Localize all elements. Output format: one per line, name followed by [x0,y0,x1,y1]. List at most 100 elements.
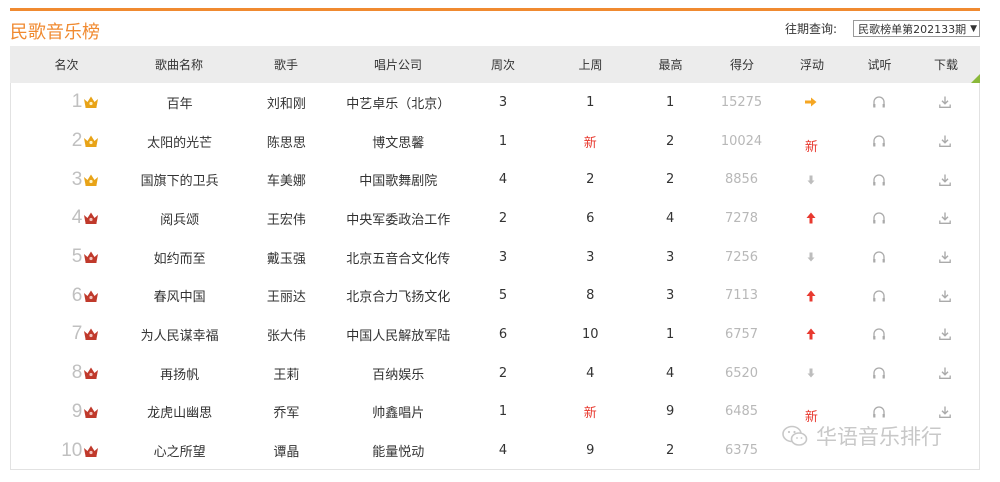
crown-icon [84,290,99,302]
song-name[interactable]: 再扬帆 [124,354,236,393]
download-icon [939,251,951,264]
float-indicator [776,160,846,199]
peak-rank: 9 [666,404,675,420]
corner-triangle-icon [971,74,980,83]
singer-name[interactable]: 戴玉强 [236,238,338,277]
col-download: 下载 [933,58,958,72]
float-indicator [776,199,846,238]
last-week-rank: 9 [586,443,595,459]
download-button[interactable] [911,276,979,315]
company-name: 博文思馨 [372,135,425,151]
rank: 3 [35,169,99,191]
period-select[interactable]: 民歌榜单第202133期 ▼ [853,20,980,37]
song-name[interactable]: 心之所望 [124,431,236,470]
col-company: 唱片公司 [373,58,422,72]
weeks-count: 3 [498,94,508,110]
company-name: 百纳娱乐 [372,367,425,383]
singer-name[interactable]: 谭晶 [236,431,338,470]
singer-name[interactable]: 张大伟 [236,315,338,354]
song-name[interactable]: 阅兵颂 [124,199,236,238]
download-button[interactable] [911,122,979,161]
float-indicator: 新 [776,122,846,161]
listen-button[interactable] [846,160,911,199]
singer-name[interactable]: 车美娜 [236,160,338,199]
table-header: 名次 歌曲名称 歌手 唱片公司 周次 上周 最高 得分 浮动 试听 下载 [10,46,980,83]
song-name[interactable]: 如约而至 [124,238,236,277]
headphones-icon [872,367,885,379]
company-name: 帅鑫唱片 [372,406,425,422]
last-week-rank: 1 [586,94,595,110]
crown-icon [84,328,99,341]
listen-button[interactable] [846,276,911,315]
col-score: 得分 [729,58,754,72]
download-button[interactable] [911,199,979,238]
download-button[interactable] [911,315,979,354]
score: 7113 [724,288,759,304]
peak-rank: 2 [666,133,675,149]
rank: 9 [35,401,99,423]
score: 8856 [724,172,759,188]
col-listen: 试听 [867,58,892,72]
singer-name[interactable]: 王莉 [236,354,338,393]
score: 6375 [724,443,759,459]
singer-name[interactable]: 王宏伟 [236,199,338,238]
rank-number: 4 [71,207,83,229]
crown-icon [84,367,99,380]
weeks-count: 6 [498,326,508,342]
download-button[interactable] [911,354,979,393]
float-indicator [776,83,846,122]
peak-rank: 1 [666,326,675,342]
col-song: 歌曲名称 [154,58,203,72]
listen-button[interactable] [846,354,911,393]
listen-button[interactable] [846,199,911,238]
flat-arrow-icon [805,97,817,107]
col-float: 浮动 [799,58,824,72]
weeks-count: 2 [498,365,508,381]
download-button[interactable] [911,238,979,277]
table-row: 3 国旗下的卫兵 车美娜 中国歌舞剧院 4 2 2 8856 [11,160,979,199]
rank-number: 2 [71,130,83,152]
song-name[interactable]: 春风中国 [124,276,236,315]
singer-name[interactable]: 王丽达 [236,276,338,315]
listen-button[interactable] [846,122,911,161]
rank-number: 6 [71,284,83,306]
singer-name[interactable]: 陈思思 [236,122,338,161]
table-row: 8 再扬帆 王莉 百纳娱乐 2 4 4 6520 [11,354,979,393]
singer-name[interactable]: 刘和刚 [236,83,338,122]
col-singer: 歌手 [273,58,298,72]
peak-rank: 1 [666,94,675,110]
headphones-icon [872,174,885,186]
download-button[interactable] [911,160,979,199]
score: 15275 [720,94,763,110]
company-name: 北京合力飞扬文化 [346,290,451,306]
song-name[interactable]: 为人民谋幸福 [124,315,236,354]
song-name[interactable]: 国旗下的卫兵 [124,160,236,199]
last-week-rank: 新 [583,135,597,151]
listen-button[interactable] [846,238,911,277]
rank-number: 9 [71,400,83,422]
listen-button[interactable] [846,83,911,122]
new-badge: 新 [804,139,818,155]
download-button[interactable] [911,83,979,122]
rank: 8 [35,362,99,384]
listen-button[interactable] [846,315,911,354]
company-name: 中国人民解放军陆 [346,328,451,344]
table-row: 2 太阳的光芒 陈思思 博文思馨 1 新 2 10024 新 [11,122,979,161]
wechat-icon [782,425,808,446]
last-week-rank: 2 [586,172,595,188]
song-name[interactable]: 龙虎山幽思 [124,393,236,432]
download-icon [939,328,951,341]
headphones-icon [872,328,885,340]
down-arrow-icon [807,252,815,262]
last-week-rank: 6 [586,210,595,226]
table-row: 5 如约而至 戴玉强 北京五音合文化传 3 3 3 7256 [11,238,979,277]
singer-name[interactable]: 乔军 [236,393,338,432]
weeks-count: 1 [498,404,508,420]
headphones-icon [872,96,885,108]
rank-number: 7 [71,323,83,345]
download-icon [939,174,951,186]
crown-icon [84,96,99,109]
song-name[interactable]: 太阳的光芒 [124,122,236,161]
song-name[interactable]: 百年 [124,83,236,122]
company-name: 北京五音合文化传 [346,251,451,267]
